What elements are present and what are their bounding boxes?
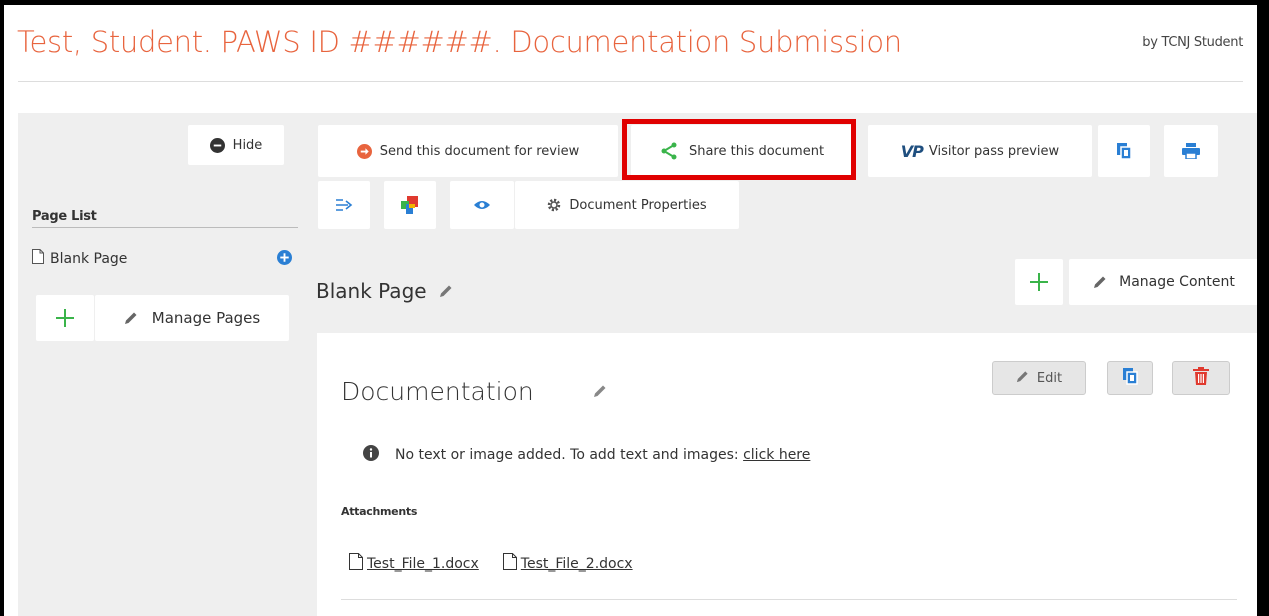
attachments-label: Attachments [341,505,418,518]
pencil-icon [1093,275,1107,289]
document-properties-label: Document Properties [569,197,707,213]
document-properties-button[interactable]: Document Properties [515,181,739,229]
visitor-pass-icon: VP [900,141,924,161]
add-page-button[interactable] [36,295,94,341]
print-icon [1182,143,1200,159]
author-byline: by TCNJ Student [1142,35,1243,50]
divider [32,227,298,228]
manage-content-label: Manage Content [1119,274,1235,290]
manage-pages-label: Manage Pages [151,309,261,327]
document-icon [349,553,363,574]
copy-document-button[interactable] [1098,125,1150,177]
divider [341,599,1237,600]
hide-label: Hide [232,137,263,153]
attachment-link[interactable]: Test_File_2.docx [521,556,633,572]
preview-button[interactable] [450,181,514,229]
manage-content-button[interactable]: Manage Content [1069,259,1257,305]
eye-icon [474,199,490,211]
color-blocks-button[interactable] [384,181,436,229]
attachment-item[interactable]: Test_File_2.docx [502,553,633,574]
add-text-link[interactable]: click here [743,447,810,463]
plus-icon [1030,273,1048,291]
pencil-icon [1016,370,1029,387]
pencil-icon[interactable] [439,279,453,303]
export-button[interactable] [318,181,370,229]
edit-label: Edit [1036,370,1063,386]
print-button[interactable] [1164,125,1218,177]
page-list-item-label: Blank Page [50,250,128,267]
arrow-right-circle-icon [356,143,372,159]
color-blocks-icon [401,196,419,214]
copy-icon [1116,142,1132,160]
send-review-label: Send this document for review [379,143,580,159]
document-icon [32,249,44,268]
trash-icon [1193,367,1209,389]
send-review-button[interactable]: Send this document for review [318,125,618,177]
hide-button[interactable]: Hide [188,125,284,165]
attachment-link[interactable]: Test_File_1.docx [367,556,479,572]
pencil-icon[interactable] [593,383,607,402]
pencil-icon [124,311,138,325]
divider [18,81,1243,82]
export-icon [335,198,353,212]
attachments-list: Test_File_1.docx Test_File_2.docx [349,553,633,574]
plus-circle-icon[interactable] [277,250,292,269]
app-window: Test, Student. PAWS ID ######. Documenta… [4,5,1257,616]
document-title: Test, Student. PAWS ID ######. Documenta… [17,25,902,59]
copy-icon [1122,367,1138,389]
page-title: Blank Page [316,279,453,303]
page-list-item[interactable]: Blank Page [32,249,127,268]
gear-icon [547,198,561,212]
page-title-text: Blank Page [316,279,427,303]
empty-content-notice: No text or image added. To add text and … [363,445,810,465]
section-title: Documentation [341,377,534,406]
minus-circle-icon [209,137,225,153]
annotation-highlight-box [622,119,856,180]
delete-section-button[interactable] [1172,361,1230,395]
attachment-item[interactable]: Test_File_1.docx [349,553,479,574]
copy-section-button[interactable] [1107,361,1153,395]
page-list-title: Page List [32,209,97,224]
section-card: Documentation Edit No text or image adde… [317,333,1257,616]
add-content-button[interactable] [1015,259,1063,305]
visitor-pass-label: Visitor pass preview [928,143,1060,159]
plus-icon [56,309,74,327]
edit-section-button[interactable]: Edit [992,361,1086,395]
workspace: Hide Page List Blank Page Manage Pages S… [18,113,1257,616]
info-text: No text or image added. To add text and … [395,447,739,463]
visitor-pass-button[interactable]: VP Visitor pass preview [868,125,1092,177]
document-icon [502,553,517,574]
info-icon [363,445,379,465]
manage-pages-button[interactable]: Manage Pages [95,295,289,341]
